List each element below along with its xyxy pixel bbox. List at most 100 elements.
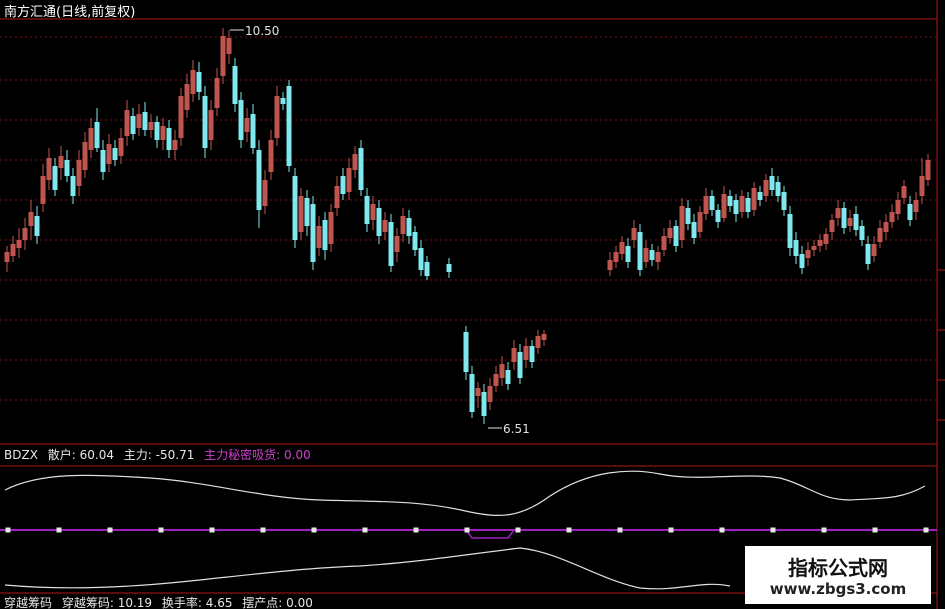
candle-body bbox=[202, 96, 208, 148]
retail-line bbox=[4, 470, 926, 516]
signal-marker bbox=[821, 527, 827, 533]
candle-body bbox=[334, 186, 340, 208]
candle-body bbox=[505, 370, 511, 384]
candle-body bbox=[757, 192, 763, 200]
candle-body bbox=[232, 66, 238, 104]
candle-body bbox=[523, 346, 529, 360]
signal-marker bbox=[872, 527, 878, 533]
signal-marker bbox=[311, 527, 317, 533]
candle-body bbox=[136, 114, 142, 128]
candle-body bbox=[613, 252, 619, 262]
candle-body bbox=[34, 216, 40, 236]
candle-body bbox=[370, 204, 376, 220]
candle-body bbox=[346, 168, 352, 192]
candle-body bbox=[88, 128, 94, 150]
candle-body bbox=[775, 182, 781, 196]
signal-dip bbox=[465, 529, 515, 539]
candle-body bbox=[340, 176, 346, 194]
candle-body bbox=[883, 222, 889, 232]
candle-body bbox=[172, 140, 178, 150]
candle-body bbox=[787, 214, 793, 248]
candle-body bbox=[4, 252, 10, 262]
candle-body bbox=[733, 200, 739, 214]
candle-body bbox=[715, 210, 721, 222]
signal-marker bbox=[158, 527, 164, 533]
candle-body bbox=[446, 264, 452, 272]
candle-body bbox=[667, 228, 673, 238]
candle-body bbox=[190, 70, 196, 94]
bottom-legend: 穿越筹码 穿越筹码: 10.19 换手率: 4.65 摆产点: 0.00 bbox=[4, 594, 319, 609]
candle-body bbox=[925, 160, 931, 180]
signal-marker bbox=[770, 527, 776, 533]
stock-chart-window: 10.50 6.51 南方汇通(日线,前复权) BDZX 散户: 60.04 主力… bbox=[0, 0, 945, 609]
candle-body bbox=[655, 252, 661, 262]
bottom-item-2: 穿越筹码: 10.19 bbox=[61, 596, 153, 609]
signal-marker bbox=[413, 527, 419, 533]
candle-body bbox=[268, 140, 274, 172]
candle-body bbox=[799, 254, 805, 268]
candle-body bbox=[823, 234, 829, 244]
candle-body bbox=[208, 110, 214, 140]
candle-body bbox=[10, 244, 16, 256]
candle-body bbox=[769, 176, 775, 190]
signal-marker bbox=[923, 527, 929, 533]
candle-body bbox=[661, 236, 667, 250]
candle-body bbox=[673, 226, 679, 246]
candle-body bbox=[853, 214, 859, 230]
candle-body bbox=[394, 236, 400, 252]
candle-body bbox=[703, 196, 709, 214]
candle-body bbox=[226, 38, 232, 54]
watermark-url: www.zbgs3.com bbox=[769, 580, 907, 598]
candle-body bbox=[220, 36, 226, 76]
candle-body bbox=[316, 226, 322, 248]
candle-body bbox=[511, 348, 517, 362]
candle-body bbox=[106, 144, 112, 164]
candle-body bbox=[805, 250, 811, 258]
retail-value: 散户: 60.04 bbox=[47, 448, 114, 462]
candle-body bbox=[382, 220, 388, 232]
watermark-title: 指标公式网 bbox=[788, 556, 888, 580]
candle-body bbox=[907, 204, 913, 220]
candle-body bbox=[250, 114, 256, 148]
candle-body bbox=[160, 126, 166, 140]
candle-body bbox=[877, 228, 883, 242]
main-force-line bbox=[4, 547, 731, 590]
candle-body bbox=[871, 244, 877, 256]
candle-body bbox=[166, 128, 172, 150]
secret-accumulation-value: 主力秘密吸货: 0.00 bbox=[204, 448, 311, 462]
candle-body bbox=[130, 116, 136, 134]
candle-body bbox=[148, 122, 154, 130]
signal-marker bbox=[56, 527, 62, 533]
candle-body bbox=[196, 72, 202, 92]
chart-canvas[interactable]: 10.50 6.51 bbox=[0, 0, 945, 609]
candle-body bbox=[112, 148, 118, 160]
candle-body bbox=[469, 374, 475, 412]
candle-body bbox=[847, 218, 853, 226]
candle-body bbox=[499, 364, 505, 378]
candle-body bbox=[865, 244, 871, 264]
candle-body bbox=[22, 228, 28, 240]
signal-marker bbox=[668, 527, 674, 533]
signal-marker bbox=[617, 527, 623, 533]
candle-body bbox=[322, 220, 328, 250]
candle-body bbox=[679, 206, 685, 240]
candle-body bbox=[364, 196, 370, 224]
signal-marker bbox=[260, 527, 266, 533]
candle-body bbox=[859, 226, 865, 240]
candle-body bbox=[352, 154, 358, 170]
candle-body bbox=[631, 228, 637, 240]
candle-body bbox=[781, 192, 787, 210]
candle-body bbox=[256, 150, 262, 210]
candle-body bbox=[481, 392, 487, 416]
signal-marker bbox=[107, 527, 113, 533]
candle-body bbox=[835, 208, 841, 218]
bottom-item-1: 穿越筹码 bbox=[4, 596, 53, 609]
candle-body bbox=[607, 260, 613, 270]
candle-body bbox=[76, 160, 82, 186]
candle-body bbox=[463, 332, 469, 372]
candle-body bbox=[46, 158, 52, 180]
candle-body bbox=[811, 246, 817, 250]
candle-body bbox=[643, 248, 649, 262]
candle-body bbox=[691, 222, 697, 238]
candle-body bbox=[529, 346, 535, 362]
